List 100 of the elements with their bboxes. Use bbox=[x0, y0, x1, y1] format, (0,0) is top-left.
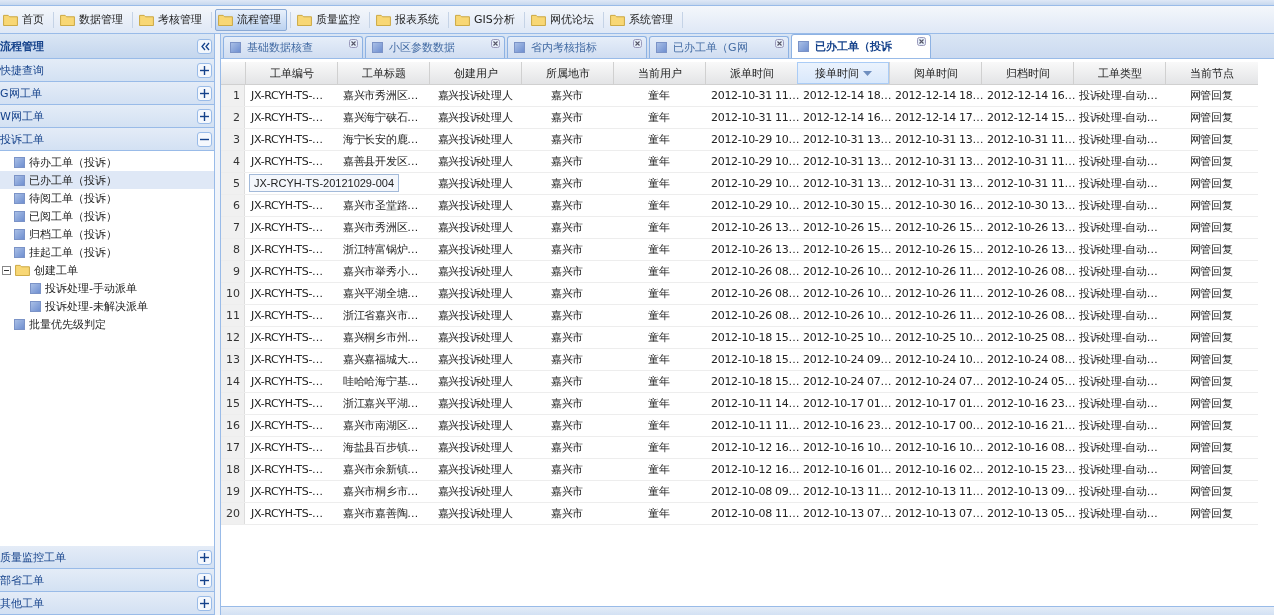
table-cell-text: 2012-10-16 10… bbox=[802, 440, 889, 456]
table-cell-text: 2012-10-12 16… bbox=[710, 440, 797, 456]
tab[interactable]: 已办工单（投诉 bbox=[791, 34, 931, 58]
table-cell-text: 童年 bbox=[647, 330, 671, 346]
column-header[interactable]: 归档时间 bbox=[981, 62, 1073, 84]
close-icon[interactable] bbox=[633, 39, 642, 48]
expand-icon[interactable] bbox=[197, 108, 212, 124]
table-cell-text: 2012-10-30 15… bbox=[802, 198, 889, 214]
expand-icon[interactable] bbox=[197, 62, 212, 78]
column-header[interactable]: 当前节点 bbox=[1165, 62, 1257, 84]
table-cell-text: 海盐县百步镇… bbox=[342, 440, 419, 456]
close-icon[interactable] bbox=[775, 39, 784, 48]
table-cell-text: 嘉兴海宁硖石… bbox=[342, 110, 419, 126]
accordion-header[interactable]: W网工单 bbox=[0, 105, 214, 128]
tree-item[interactable]: 已阅工单（投诉） bbox=[0, 207, 214, 225]
column-header[interactable]: 接单时间 bbox=[797, 62, 889, 84]
menu-item[interactable]: 流程管理 bbox=[215, 8, 287, 31]
menu-item[interactable]: 首页 bbox=[0, 8, 50, 31]
accordion-title: 快捷查询 bbox=[0, 62, 44, 78]
table-cell-text: 童年 bbox=[647, 286, 671, 302]
table-cell-text: JX-RCYH-TS-… bbox=[249, 198, 324, 214]
tab[interactable]: 已办工单（G网 bbox=[649, 36, 789, 58]
table-cell-text: 嘉兴投诉处理人 bbox=[436, 308, 514, 324]
table-cell-text: 2012-10-18 15… bbox=[710, 330, 797, 346]
table-cell-text: JX-RCYH-TS-… bbox=[249, 154, 324, 170]
menu-item[interactable]: 网优论坛 bbox=[527, 8, 600, 31]
tab[interactable]: 省内考核指标 bbox=[507, 36, 647, 58]
menu-item[interactable]: 考核管理 bbox=[136, 8, 208, 31]
expand-icon[interactable] bbox=[197, 85, 212, 101]
accordion-title: 部省工单 bbox=[0, 572, 44, 588]
close-icon[interactable] bbox=[491, 39, 500, 48]
row-number: 14 bbox=[221, 371, 245, 392]
table-cell-text: 2012-10-26 15… bbox=[894, 242, 981, 258]
table-cell-text: 童年 bbox=[647, 176, 671, 192]
column-header[interactable]: 当前用户 bbox=[613, 62, 705, 84]
accordion-header[interactable]: 部省工单 bbox=[0, 569, 214, 592]
menu-item[interactable]: 数据管理 bbox=[57, 8, 129, 31]
row-number: 12 bbox=[221, 327, 245, 348]
column-header[interactable]: 工单编号 bbox=[245, 62, 337, 84]
table-cell-text: JX-RCYH-TS-… bbox=[249, 352, 324, 368]
table-cell-text: 2012-10-25 10… bbox=[894, 330, 981, 346]
table-cell-text: 2012-10-16 23… bbox=[802, 418, 889, 434]
table-cell-text: 童年 bbox=[647, 242, 671, 258]
table-cell-text: 投诉处理-自动… bbox=[1078, 374, 1159, 390]
close-icon[interactable] bbox=[917, 37, 926, 46]
tree-item[interactable]: 已办工单（投诉） bbox=[0, 171, 214, 189]
tree-item[interactable]: 待阅工单（投诉） bbox=[0, 189, 214, 207]
row-number: 10 bbox=[221, 283, 245, 304]
table-cell-text: 2012-10-16 01… bbox=[802, 462, 889, 478]
row-number: 16 bbox=[221, 415, 245, 436]
column-header[interactable]: 工单标题 bbox=[337, 62, 429, 84]
expand-icon[interactable] bbox=[197, 549, 212, 565]
table-cell-text: 2012-10-29 10… bbox=[710, 132, 797, 148]
accordion-header[interactable]: 投诉工单 bbox=[0, 128, 214, 151]
table-cell-text: 童年 bbox=[647, 484, 671, 500]
table-cell-text: 2012-10-26 13… bbox=[986, 220, 1073, 236]
table-cell-text: 2012-12-14 18… bbox=[894, 88, 981, 104]
column-header[interactable]: 阅单时间 bbox=[889, 62, 981, 84]
tree-item[interactable]: 投诉处理-未解决派单 bbox=[0, 297, 214, 315]
menu-item[interactable]: 系统管理 bbox=[606, 8, 679, 31]
table-cell-text: 2012-10-17 01… bbox=[802, 396, 889, 412]
panel-title: 流程管理 bbox=[0, 38, 44, 54]
accordion-title: W网工单 bbox=[0, 108, 44, 124]
column-header[interactable]: 所属地市 bbox=[521, 62, 613, 84]
tree-item[interactable]: 批量优先级判定 bbox=[0, 315, 214, 333]
table-cell-text: 2012-10-26 15… bbox=[802, 220, 889, 236]
tab[interactable]: 基础数据核查 bbox=[223, 36, 363, 58]
collapse-icon[interactable] bbox=[197, 131, 212, 147]
tree-item[interactable]: 创建工单 bbox=[0, 261, 214, 279]
tab-icon bbox=[230, 42, 241, 53]
accordion-header[interactable]: 快捷查询 bbox=[0, 59, 214, 82]
table-cell-text: 投诉处理-自动… bbox=[1078, 308, 1159, 324]
node-icon bbox=[14, 174, 25, 186]
folder-icon bbox=[376, 13, 391, 26]
table-cell-text: 2012-10-13 07… bbox=[802, 506, 889, 522]
menu-item[interactable]: 报表系统 bbox=[373, 8, 445, 31]
tree-item[interactable]: 待办工单（投诉） bbox=[0, 153, 214, 171]
table-cell-text: 网管回复 bbox=[1188, 308, 1234, 324]
accordion-header[interactable]: 质量监控工单 bbox=[0, 546, 214, 569]
row-number: 5 bbox=[221, 173, 245, 194]
column-header[interactable]: 工单类型 bbox=[1073, 62, 1165, 84]
node-icon bbox=[30, 282, 41, 294]
menu-item[interactable]: GIS分析 bbox=[452, 8, 521, 31]
accordion-header[interactable]: G网工单 bbox=[0, 82, 214, 105]
column-header[interactable]: 创建用户 bbox=[429, 62, 521, 84]
table-cell-text: 投诉处理-自动… bbox=[1078, 396, 1159, 412]
expand-icon[interactable] bbox=[197, 595, 212, 611]
menu-item[interactable]: 质量监控 bbox=[294, 8, 366, 31]
tree-item[interactable]: 归档工单（投诉） bbox=[0, 225, 214, 243]
expand-icon[interactable] bbox=[197, 572, 212, 588]
table-cell-text: 网管回复 bbox=[1188, 352, 1234, 368]
collapse-icon[interactable] bbox=[2, 265, 11, 275]
table-cell-text: 2012-10-18 15… bbox=[710, 374, 797, 390]
tree-item[interactable]: 挂起工单（投诉） bbox=[0, 243, 214, 261]
tab[interactable]: 小区参数数据 bbox=[365, 36, 505, 58]
accordion-header[interactable]: 其他工单 bbox=[0, 592, 214, 615]
table-cell-text: 投诉处理-自动… bbox=[1078, 110, 1159, 126]
tree-item[interactable]: 投诉处理-手动派单 bbox=[0, 279, 214, 297]
close-icon[interactable] bbox=[349, 39, 358, 48]
collapse-button[interactable] bbox=[197, 38, 212, 54]
